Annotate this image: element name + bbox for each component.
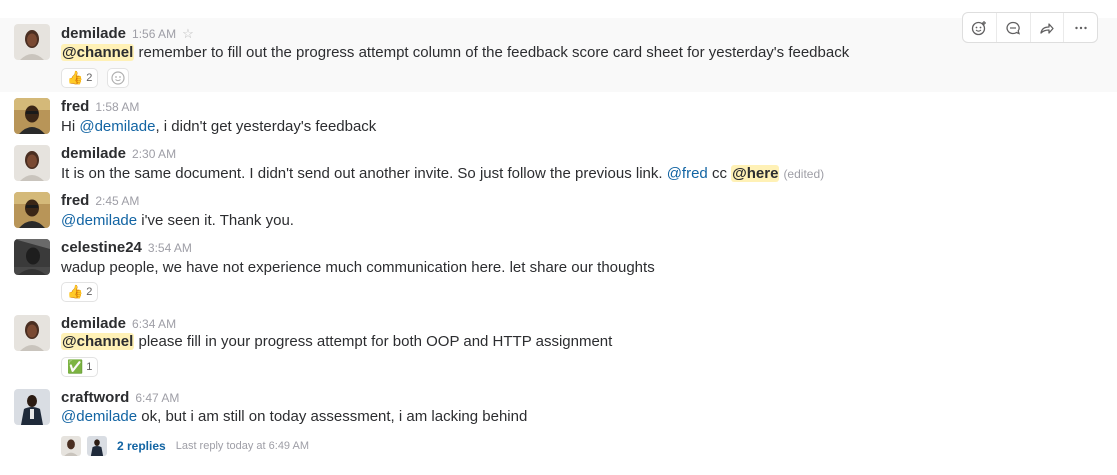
add-reaction-icon[interactable] <box>963 13 997 42</box>
message-author[interactable]: fred 2:45 AM <box>61 192 139 209</box>
message-row[interactable]: fred 2:45 AM @demilade i've seen it. Than… <box>0 186 1117 233</box>
reaction-thumbs-up[interactable]: 👍 2 <box>61 282 99 302</box>
edited-label: (edited) <box>783 167 825 181</box>
thread-participant-avatar <box>61 436 81 456</box>
message-text-segment: please fill in your progress attempt for… <box>134 333 613 350</box>
message-timestamp[interactable]: 3:54 AM <box>148 241 192 255</box>
message-timestamp[interactable]: 1:56 AM <box>132 27 176 41</box>
message-timestamp[interactable]: 2:30 AM <box>132 147 176 161</box>
message-author[interactable]: demilade 2:30 AM <box>61 145 176 162</box>
avatar-fred[interactable] <box>14 98 50 134</box>
message-author[interactable]: demilade 6:34 AM <box>61 315 176 332</box>
reaction-check-mark[interactable]: ✅ 1 <box>61 357 99 377</box>
message-text: Hi @demilade, i didn't get yesterday's f… <box>61 118 376 135</box>
message-row[interactable]: celestine24 3:54 AM wadup people, we have… <box>0 233 1117 309</box>
message-text-segment: wadup people, we have not experience muc… <box>61 259 655 276</box>
message-text: @channel please fill in your progress at… <box>61 333 612 350</box>
avatar-demilade[interactable] <box>14 145 50 181</box>
avatar-celestine24[interactable] <box>14 239 50 275</box>
add-reaction-icon[interactable] <box>107 68 129 88</box>
thread-summary[interactable]: 2 replies Last reply today at 6:49 AM <box>61 436 309 456</box>
user-mention[interactable]: @demilade <box>61 212 137 229</box>
broadcast-mention[interactable]: @channel <box>61 44 135 61</box>
user-mention[interactable]: @demilade <box>61 408 137 425</box>
thread-replies-link[interactable]: 2 replies <box>117 439 166 453</box>
user-mention[interactable]: @fred <box>667 165 708 182</box>
message-row[interactable]: demilade 6:34 AM @channel please fill in … <box>0 309 1117 383</box>
message-text: It is on the same document. I didn't sen… <box>61 165 824 182</box>
message-author[interactable]: craftword 6:47 AM <box>61 389 179 406</box>
avatar-craftword[interactable] <box>14 389 50 425</box>
avatar-fred[interactable] <box>14 192 50 228</box>
share-icon[interactable] <box>1031 13 1065 42</box>
message-text-segment: i've seen it. Thank you. <box>137 212 294 229</box>
message-text-segment: It is on the same document. I didn't sen… <box>61 165 667 182</box>
message-text: @demilade ok, but i am still on today as… <box>61 408 527 425</box>
avatar-demilade[interactable] <box>14 315 50 351</box>
message-text: wadup people, we have not experience muc… <box>61 259 655 276</box>
thread-last-reply: Last reply today at 6:49 AM <box>175 440 310 452</box>
broadcast-mention[interactable]: @channel <box>61 333 135 350</box>
more-actions-icon[interactable] <box>1064 13 1097 42</box>
message-row[interactable]: demilade 1:56 AM ☆ @channel remember to fi… <box>0 18 1117 92</box>
message-row[interactable]: demilade 2:30 AM It is on the same docume… <box>0 139 1117 186</box>
message-timestamp[interactable]: 2:45 AM <box>95 194 139 208</box>
reaction-thumbs-up[interactable]: 👍 2 <box>61 68 99 88</box>
message-text-segment: ok, but i am still on today assessment, … <box>137 408 528 425</box>
message-text-segment: remember to fill out the progress attemp… <box>134 44 850 61</box>
message-author[interactable]: fred 1:58 AM <box>61 98 139 115</box>
message-timestamp[interactable]: 6:34 AM <box>132 317 176 331</box>
user-mention[interactable]: @demilade <box>79 118 155 135</box>
message-text: @channel remember to fill out the progre… <box>61 44 849 61</box>
broadcast-mention[interactable]: @here <box>731 165 780 182</box>
thread-participant-avatar <box>87 436 107 456</box>
message-timestamp[interactable]: 1:58 AM <box>95 100 139 114</box>
message-author[interactable]: demilade 1:56 AM ☆ <box>61 25 194 42</box>
message-author[interactable]: celestine24 3:54 AM <box>61 239 192 256</box>
message-actions-toolbar <box>962 12 1098 43</box>
avatar-demilade[interactable] <box>14 24 50 60</box>
message-timestamp[interactable]: 6:47 AM <box>135 391 179 405</box>
star-icon[interactable]: ☆ <box>182 26 194 41</box>
message-row[interactable]: fred 1:58 AM Hi @demilade, i didn't get y… <box>0 92 1117 139</box>
message-text: @demilade i've seen it. Thank you. <box>61 212 294 229</box>
reply-thread-icon[interactable] <box>997 13 1031 42</box>
message-text-segment: cc <box>707 165 732 182</box>
message-text-segment: Hi <box>61 118 80 135</box>
message-text-segment: , i didn't get yesterday's feedback <box>155 118 377 135</box>
